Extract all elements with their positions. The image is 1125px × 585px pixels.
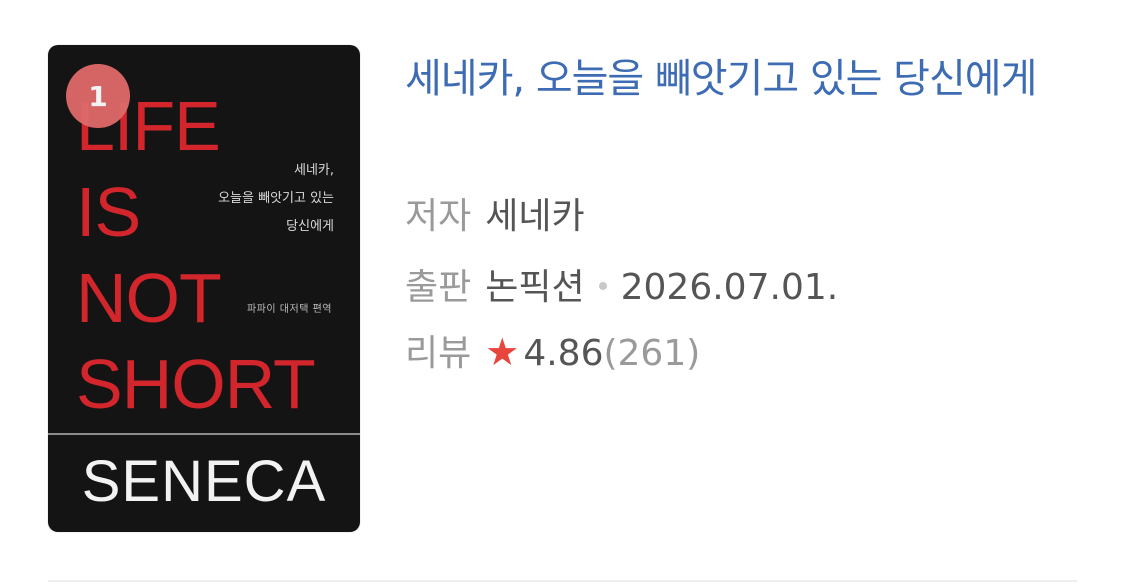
rank-badge: 1 [66,64,130,128]
book-title-link[interactable]: 세네카, 오늘을 빼앗기고 있는 당신에게 [405,50,1095,108]
cover-author: SENECA [81,449,327,514]
separator-dot [598,282,607,290]
rating-value: 4.86 [523,333,604,374]
author-value: 세네카 [485,196,585,237]
publisher-row: 출판 논픽션 2026.07.01. [405,263,838,313]
cover-subtitle: 세네카, 오늘을 빼앗기고 있는 당신에게 [218,163,334,234]
item-divider [48,580,1077,582]
review-count: (261) [603,333,701,374]
review-row[interactable]: 리뷰 ★ 4.86(261) [405,327,700,379]
cover-translator: 파파이 대저택 편역 [247,304,332,315]
author-row: 저자 세네카 [405,192,585,242]
star-icon: ★ [485,330,520,374]
author-label: 저자 [405,196,472,237]
publish-date: 2026.07.01. [620,267,839,308]
cover-divider [48,433,360,435]
publisher-value: 논픽션 [485,267,585,308]
book-list-item[interactable]: LIFE IS NOT SHORT 세네카, 오늘을 빼앗기고 있는 당신에게 … [0,0,1125,585]
review-label: 리뷰 [405,333,472,374]
cover-title: LIFE IS NOT SHORT [76,87,316,423]
publisher-label: 출판 [405,267,472,308]
